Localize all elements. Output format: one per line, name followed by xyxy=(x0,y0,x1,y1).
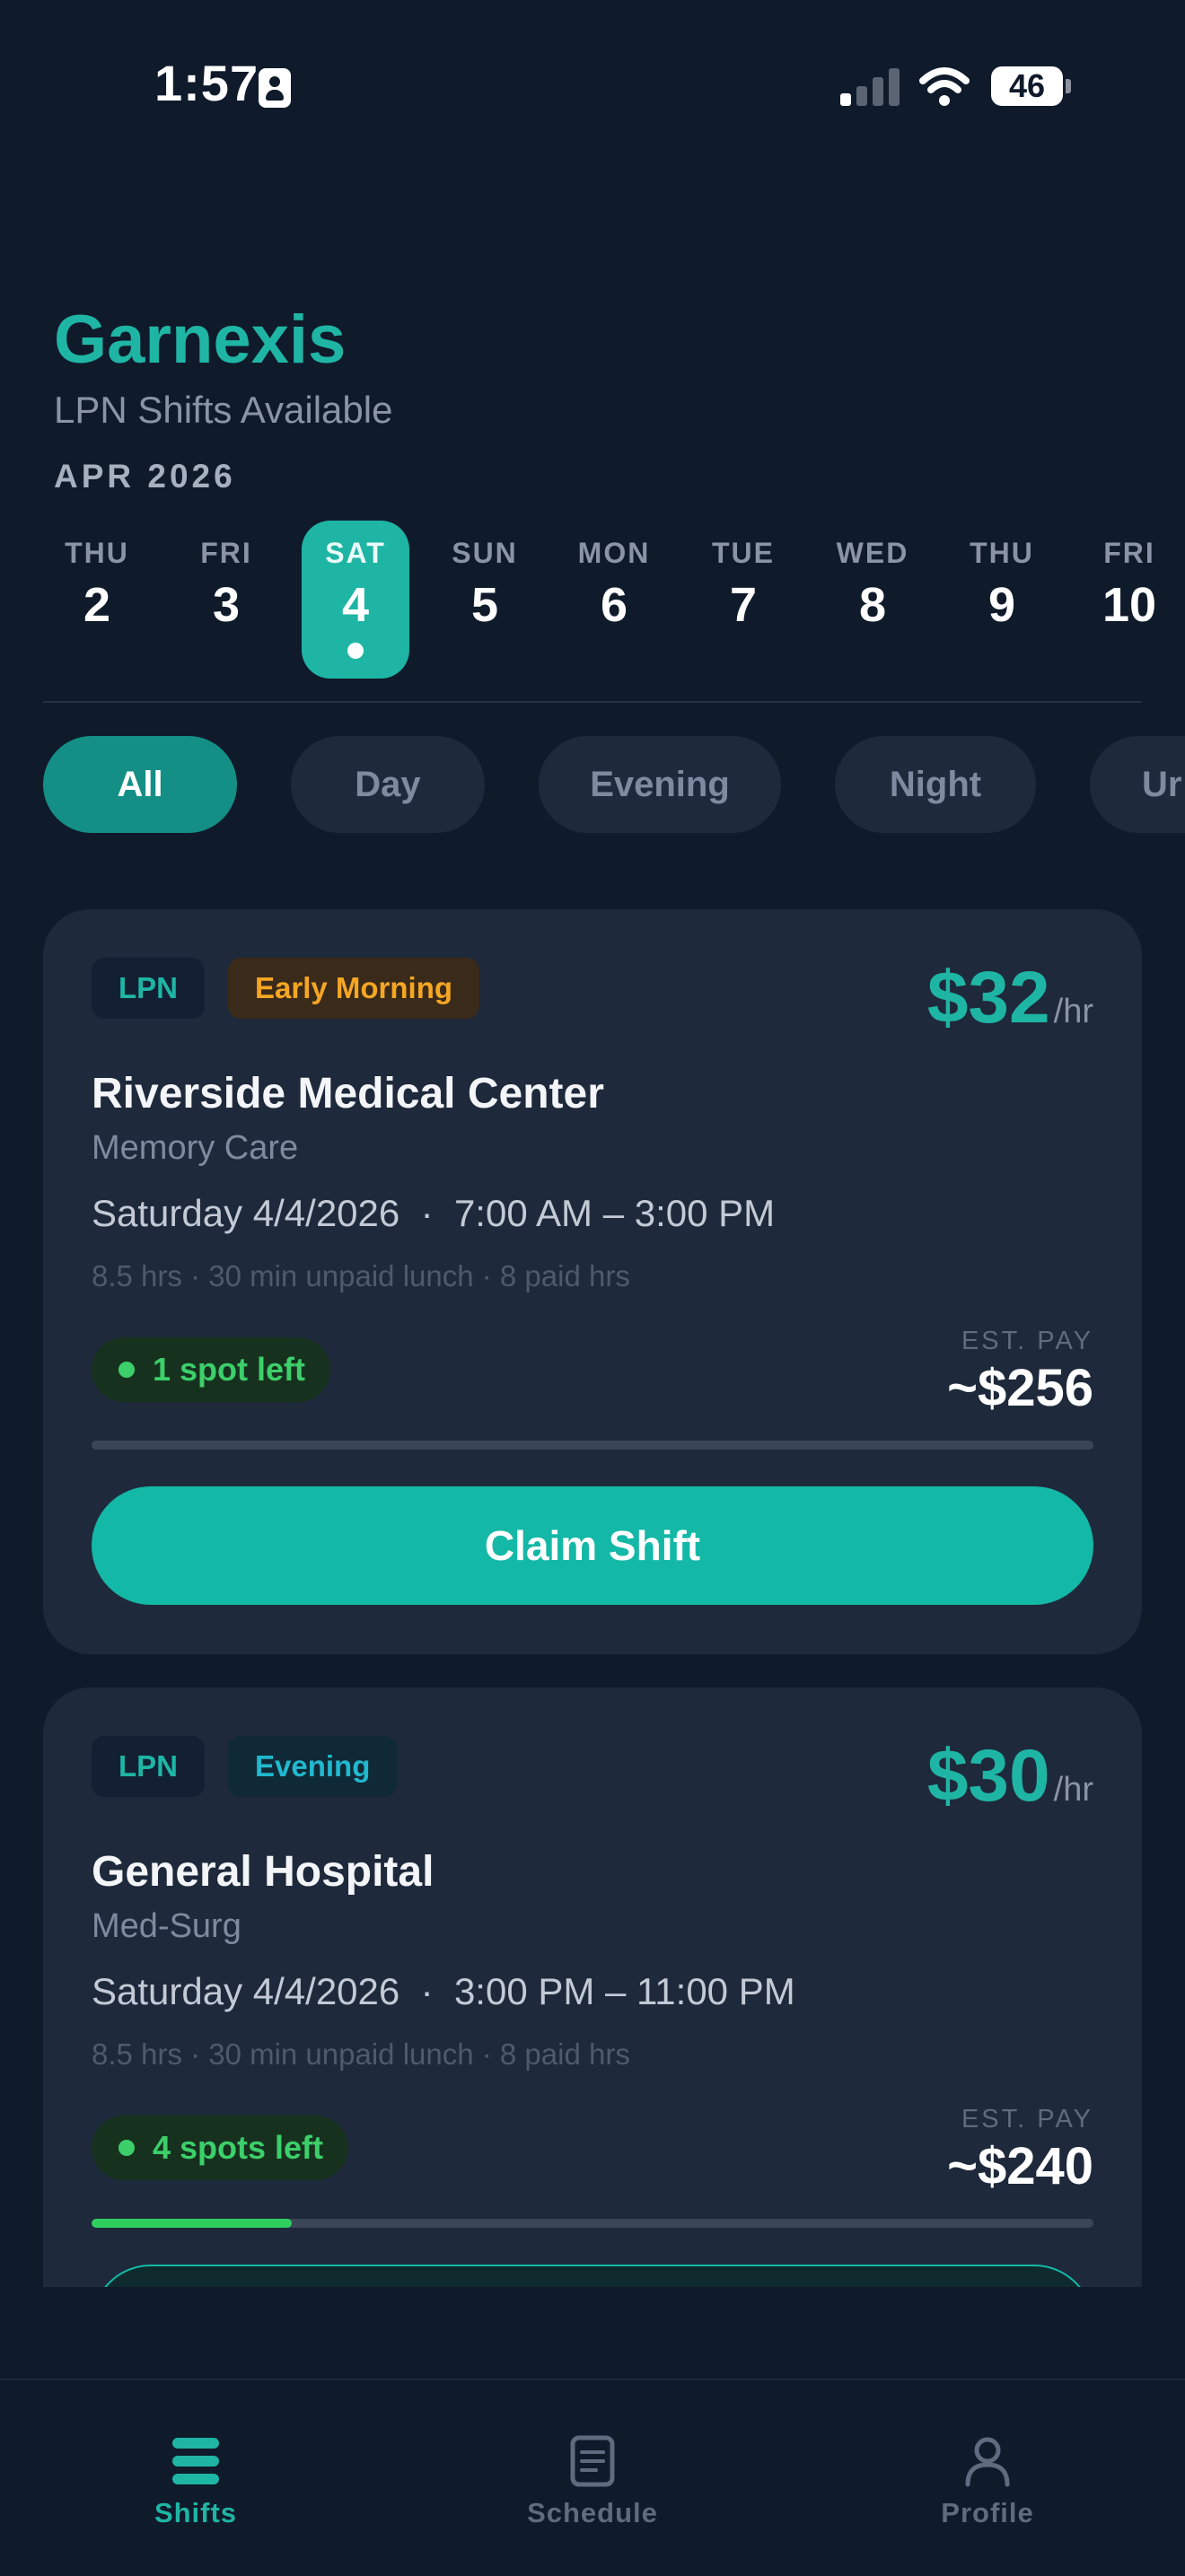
spots-progress-bar xyxy=(92,1441,1093,1450)
filter-chip-urgent[interactable]: Ur xyxy=(1090,736,1185,833)
date-weekday: FRI xyxy=(200,537,252,569)
date-weekday: THU xyxy=(65,537,129,569)
role-tag: LPN xyxy=(92,958,205,1019)
date-number: 4 xyxy=(341,578,370,632)
cellular-signal-icon xyxy=(840,66,900,106)
shift-datetime: Saturday 4/4/2026 · 3:00 PM – 11:00 PM xyxy=(92,1970,795,2012)
battery-icon: 46 xyxy=(991,66,1071,106)
profile-icon xyxy=(965,2437,1010,2487)
date-number: 8 xyxy=(858,578,887,632)
period-tag: Evening xyxy=(228,1736,398,1797)
spots-label: 4 spots left xyxy=(153,2129,324,2166)
shift-time: 3:00 PM – 11:00 PM xyxy=(453,1970,795,2012)
schedule-icon xyxy=(570,2435,615,2487)
date-number: 5 xyxy=(470,578,499,632)
filter-chip-day[interactable]: Day xyxy=(291,736,485,833)
rate-unit: /hr xyxy=(1053,1771,1093,1809)
spots-label: 1 spot left xyxy=(153,1351,306,1388)
status-time: 1:57 xyxy=(154,55,259,111)
filter-chip-evening[interactable]: Evening xyxy=(539,736,781,833)
est-pay-label: EST. PAY xyxy=(961,1327,1093,1355)
date-item[interactable]: FRI 10 xyxy=(1075,521,1183,679)
shift-details: 8.5 hrs · 30 min unpaid lunch · 8 paid h… xyxy=(92,2037,630,2071)
shift-time: 7:00 AM – 3:00 PM xyxy=(453,1192,776,1234)
status-bar: 1:57 46 xyxy=(0,0,1185,171)
nav-label: Profile xyxy=(941,2497,1034,2528)
nav-item-shifts[interactable]: Shifts xyxy=(79,2434,312,2529)
bottom-nav: Shifts Schedule Profile xyxy=(0,2379,1185,2576)
date-number: 9 xyxy=(988,578,1016,632)
date-item[interactable]: TUE 7 xyxy=(689,521,797,679)
date-weekday: MON xyxy=(577,537,651,569)
shifts-icon xyxy=(172,2438,219,2484)
date-strip: THU 2 FRI 3 SAT 4 SUN 5 MON 6 TUE 7 WED 8 THU 9 … xyxy=(0,521,1185,682)
date-item-selected[interactable]: SAT 4 xyxy=(302,521,409,679)
progress-fill xyxy=(92,2219,293,2228)
month-label: APR 2026 xyxy=(54,458,236,495)
hourly-rate: $32/hr xyxy=(927,956,1093,1040)
shift-date: Saturday 4/4/2026 xyxy=(92,1970,400,2012)
rate-amount: $32 xyxy=(926,957,1050,1038)
date-item[interactable]: FRI 3 xyxy=(172,521,280,679)
date-weekday: FRI xyxy=(1103,537,1155,569)
date-weekday: SAT xyxy=(325,537,386,569)
shift-card: LPN Evening $30/hr General Hospital Med-… xyxy=(43,1687,1142,2287)
spots-badge: 1 spot left xyxy=(92,1337,331,1402)
facility-name: Riverside Medical Center xyxy=(92,1070,604,1117)
wifi-icon xyxy=(919,67,970,106)
rate-amount: $30 xyxy=(926,1735,1050,1817)
facility-name: General Hospital xyxy=(92,1848,434,1896)
selected-dot-icon xyxy=(347,643,364,659)
hourly-rate: $30/hr xyxy=(927,1734,1093,1818)
date-number: 10 xyxy=(1102,578,1157,632)
date-weekday: THU xyxy=(970,537,1034,569)
unit-name: Memory Care xyxy=(92,1129,299,1167)
shift-details: 8.5 hrs · 30 min unpaid lunch · 8 paid h… xyxy=(92,1259,630,1292)
shift-datetime: Saturday 4/4/2026 · 7:00 AM – 3:00 PM xyxy=(92,1192,776,1234)
claim-shift-button[interactable] xyxy=(92,2265,1093,2287)
date-item[interactable]: THU 9 xyxy=(948,521,1056,679)
spots-progress-bar xyxy=(92,2219,1093,2228)
role-tag: LPN xyxy=(92,1736,205,1797)
est-pay-value: ~$256 xyxy=(947,1359,1093,1417)
date-item[interactable]: WED 8 xyxy=(819,521,926,679)
date-number: 6 xyxy=(600,578,628,632)
period-tag: Early Morning xyxy=(228,958,480,1019)
page-subtitle: LPN Shifts Available xyxy=(54,389,393,431)
est-pay-label: EST. PAY xyxy=(961,2105,1093,2134)
app-title: Garnexis xyxy=(54,302,347,378)
battery-level: 46 xyxy=(1008,67,1046,104)
divider xyxy=(43,701,1142,703)
est-pay-value: ~$240 xyxy=(947,2137,1093,2195)
spots-badge: 4 spots left xyxy=(92,2116,349,2180)
date-number: 3 xyxy=(212,578,241,632)
date-number: 2 xyxy=(83,578,111,632)
filter-chip-all[interactable]: All xyxy=(43,736,237,833)
nav-label: Shifts xyxy=(154,2497,238,2528)
contact-card-icon xyxy=(259,68,291,108)
shift-card: LPN Early Morning $32/hr Riverside Medic… xyxy=(43,909,1142,1654)
status-dot-icon xyxy=(118,1362,135,1378)
unit-name: Med-Surg xyxy=(92,1907,241,1945)
date-item[interactable]: SUN 5 xyxy=(431,521,539,679)
nav-item-schedule[interactable]: Schedule xyxy=(476,2434,709,2529)
nav-label: Schedule xyxy=(527,2497,658,2528)
date-weekday: TUE xyxy=(712,537,775,569)
date-weekday: WED xyxy=(836,537,909,569)
date-item[interactable]: MON 6 xyxy=(560,521,668,679)
rate-unit: /hr xyxy=(1053,993,1093,1030)
date-weekday: SUN xyxy=(452,537,518,569)
date-item[interactable]: THU 2 xyxy=(43,521,151,679)
status-dot-icon xyxy=(118,2140,135,2156)
nav-item-profile[interactable]: Profile xyxy=(871,2434,1104,2529)
date-number: 7 xyxy=(729,578,758,632)
claim-shift-button[interactable]: Claim Shift xyxy=(92,1486,1093,1605)
shift-date: Saturday 4/4/2026 xyxy=(92,1192,400,1234)
filter-chip-night[interactable]: Night xyxy=(835,736,1036,833)
